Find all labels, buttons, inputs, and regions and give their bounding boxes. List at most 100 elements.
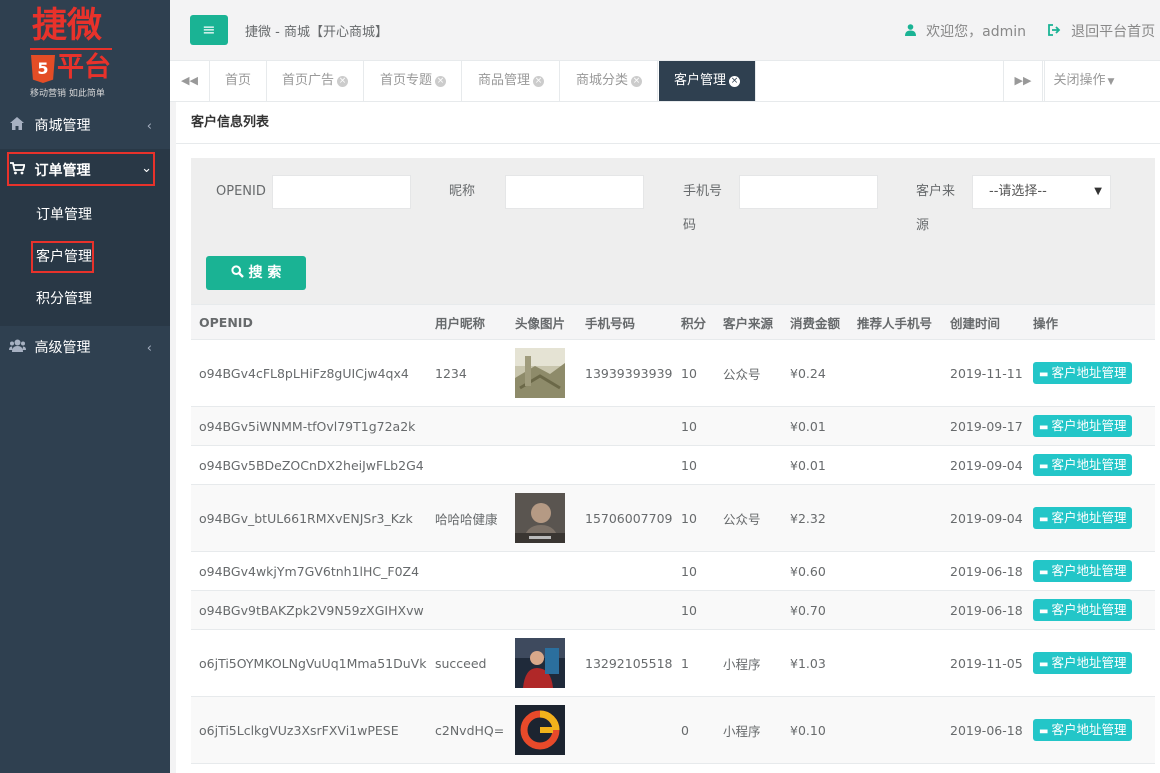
tab-label: 首页 [225,73,252,88]
avatar[interactable] [515,638,565,688]
sidebar-group-label: 高级管理 [34,340,91,356]
openid-cell: o94BGv5iWNMM-tfOvl79T1g72a2k [191,406,427,446]
menu-toggle-button[interactable]: ≡ [190,15,228,45]
column-header[interactable]: 推荐人手机号 [849,304,942,340]
tab-label: 商城分类 [576,73,629,88]
column-header[interactable]: 手机号码 [577,304,673,340]
logout-link[interactable]: 退回平台首页 [1048,21,1155,41]
points-cell: 10 [673,551,715,591]
table-row[interactable]: o94BGv4cFL8pLHiFz8gUICjw4qx4 1234 139393… [191,339,1155,407]
address-manage-button[interactable]: ▬ 客户地址管理 [1033,599,1133,621]
avatar[interactable] [515,348,565,398]
sidebar-group-mall[interactable]: 商城管理 ‹ [0,104,170,149]
address-manage-button[interactable]: ▬ 客户地址管理 [1033,454,1133,476]
sidebar-item-points[interactable]: 积分管理 [0,278,170,320]
address-manage-button[interactable]: ▬ 客户地址管理 [1033,507,1133,529]
source-cell [715,551,782,591]
tabs-scroll-right-button[interactable]: ▶▶ [1003,61,1043,101]
nickname-cell [427,445,507,485]
menu-icon: ≡ [202,20,216,39]
column-header[interactable]: OPENID [191,304,427,340]
close-operations-dropdown[interactable]: 关闭操作 ▼ [1044,61,1123,101]
address-manage-label: 客户地址管理 [1051,418,1127,433]
tab-products[interactable]: 商品管理 × [463,61,561,101]
close-icon[interactable]: × [435,76,447,87]
created-cell: 2019-06-18 [942,696,1025,764]
close-icon[interactable]: × [631,76,643,87]
briefcase-icon: ▬ [1039,659,1049,670]
tab-customers[interactable]: 客户管理 × [659,61,757,101]
search-button-label: 搜 索 [248,265,282,281]
avatar-cell [507,339,577,407]
action-cell: ▬ 客户地址管理 [1025,629,1155,697]
search-button[interactable]: 搜 索 [206,256,306,290]
sidebar-group-advanced[interactable]: 高级管理 ‹ [0,326,170,371]
column-header[interactable]: 客户来源 [715,304,782,340]
source-cell [715,406,782,446]
source-select[interactable]: --请选择-- ▼ [972,175,1111,209]
tabs-scroll-left-button[interactable]: ◀◀ [170,61,210,101]
welcome-user[interactable]: 欢迎您，admin [905,21,1026,41]
search-icon [231,265,249,281]
table-header-row: OPENID 用户昵称 头像图片 手机号码 积分 客户来源 消费金额 推荐人手机… [191,304,1155,340]
avatar[interactable] [515,705,565,755]
address-manage-button[interactable]: ▬ 客户地址管理 [1033,652,1133,674]
address-manage-button[interactable]: ▬ 客户地址管理 [1033,362,1133,384]
column-header[interactable]: 用户昵称 [427,304,507,340]
sidebar-group-orders[interactable]: 订单管理 ⌄ [0,149,170,194]
created-cell: 2019-09-04 [942,445,1025,485]
column-header[interactable]: 积分 [673,304,715,340]
column-header[interactable]: 消费金额 [782,304,849,340]
sidebar-item-orders[interactable]: 订单管理 [0,194,170,236]
source-cell: 小程序 [715,696,782,764]
address-manage-button[interactable]: ▬ 客户地址管理 [1033,719,1133,741]
double-chevron-right-icon: ▶▶ [1014,74,1032,87]
column-header: 操作 [1025,304,1155,340]
avatar[interactable] [515,493,565,543]
phone-label: 手机号 [683,184,723,199]
address-manage-button[interactable]: ▬ 客户地址管理 [1033,560,1133,582]
referrer-cell [849,590,942,630]
created-cell: 2019-11-05 [942,629,1025,697]
sidebar-item-customers[interactable]: 客户管理 [0,236,170,278]
close-icon[interactable]: × [729,76,741,87]
close-icon[interactable]: × [533,76,545,87]
referrer-cell [849,629,942,697]
logo[interactable]: 捷微 5 平台 移动营销 如此简单 [0,0,170,103]
phone-cell: 13292105518 [577,629,673,697]
close-icon[interactable]: × [337,76,349,87]
table-row[interactable]: o6jTi5LclkgVUz3XsrFXVi1wPESE c2NvdHQ= 0 … [191,696,1155,764]
sidebar-item-label: 订单管理 [36,207,92,223]
referrer-cell [849,484,942,552]
column-header[interactable]: 头像图片 [507,304,577,340]
address-manage-button[interactable]: ▬ 客户地址管理 [1033,415,1133,437]
column-header[interactable]: 创建时间 [942,304,1025,340]
logout-text: 退回平台首页 [1071,24,1156,40]
tab-label: 商品管理 [478,73,531,88]
nickname-input[interactable] [505,175,644,209]
table-row[interactable]: o6jTi5OYMKOLNgVuUq1Mma51DuVk succeed 132… [191,629,1155,697]
source-label: 客户来 [916,184,956,199]
users-icon [8,326,26,371]
sidebar-submenu: 订单管理 客户管理 积分管理 [0,194,170,326]
table-row[interactable]: o94BGv9tBAKZpk2V9N59zXGIHXvw 10 ¥0.70 20… [191,590,1155,630]
address-manage-label: 客户地址管理 [1051,510,1127,525]
table-row[interactable]: o94BGv_btUL661RMXvENJSr3_Kzk 哈哈哈健康 15706… [191,484,1155,552]
table-row[interactable]: o94BGv4wkjYm7GV6tnh1lHC_F0Z4 10 ¥0.60 20… [191,551,1155,591]
breadcrumb: 捷微 - 商城【开心商城】 [245,25,388,40]
openid-input[interactable] [272,175,411,209]
main-panel: 客户信息列表 OPENID 昵称 手机号 码 客户来 源 --请选择-- ▼ 搜… [176,102,1160,773]
openid-cell: o94BGv4cFL8pLHiFz8gUICjw4qx4 [191,339,427,407]
table-row[interactable]: o94BGv5BDeZOCnDX2heiJwFLb2G4 10 ¥0.01 20… [191,445,1155,485]
table-row[interactable]: o94BGv5iWNMM-tfOvl79T1g72a2k 10 ¥0.01 20… [191,406,1155,446]
tab-home[interactable]: 首页 [210,61,268,101]
sign-out-icon [1048,24,1065,40]
tab-home-ads[interactable]: 首页广告 × [267,61,365,101]
openid-cell: o94BGv9tBAKZpk2V9N59zXGIHXvw [191,590,427,630]
tab-home-topics[interactable]: 首页专题 × [365,61,463,101]
amount-cell: ¥0.60 [782,551,849,591]
nickname-cell: c2NvdHQ= [427,696,507,764]
tab-categories[interactable]: 商城分类 × [561,61,659,101]
home-icon [8,104,26,149]
phone-input[interactable] [739,175,878,209]
